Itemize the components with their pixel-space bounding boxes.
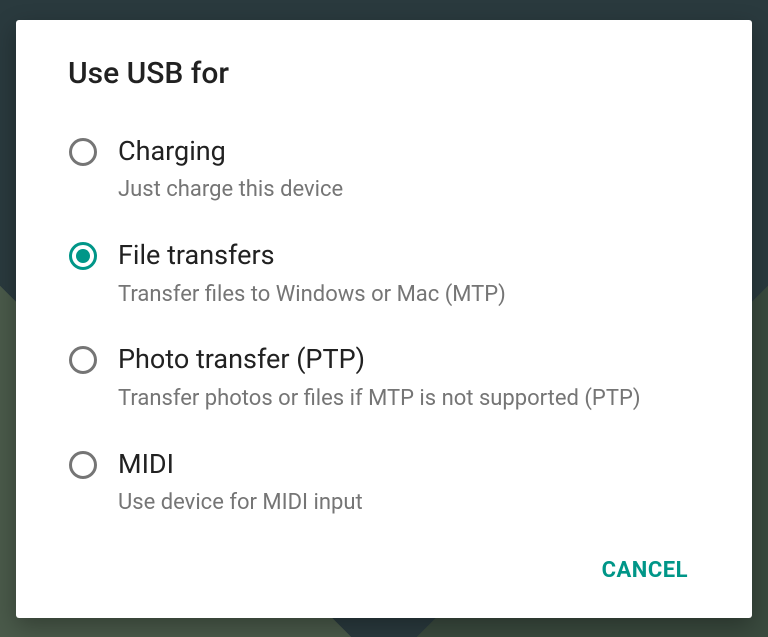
- radio-icon: [68, 137, 98, 167]
- option-label: Charging: [118, 135, 343, 169]
- option-description: Use device for MIDI input: [118, 489, 363, 518]
- option-label: Photo transfer (PTP): [118, 343, 640, 377]
- dialog-actions: CANCEL: [60, 540, 708, 603]
- option-text: File transfers Transfer files to Windows…: [118, 239, 506, 309]
- option-label: MIDI: [118, 448, 363, 482]
- option-midi[interactable]: MIDI Use device for MIDI input: [60, 436, 708, 540]
- cancel-button[interactable]: CANCEL: [588, 548, 702, 593]
- options-list: Charging Just charge this device File tr…: [60, 123, 708, 540]
- option-photo-transfer[interactable]: Photo transfer (PTP) Transfer photos or …: [60, 331, 708, 435]
- radio-icon: [68, 345, 98, 375]
- option-description: Just charge this device: [118, 176, 343, 205]
- option-text: MIDI Use device for MIDI input: [118, 448, 363, 518]
- usb-dialog: Use USB for Charging Just charge this de…: [16, 20, 752, 618]
- option-description: Transfer photos or files if MTP is not s…: [118, 385, 640, 414]
- option-description: Transfer files to Windows or Mac (MTP): [118, 281, 506, 310]
- radio-icon: [68, 450, 98, 480]
- option-label: File transfers: [118, 239, 506, 273]
- option-charging[interactable]: Charging Just charge this device: [60, 123, 708, 227]
- option-text: Photo transfer (PTP) Transfer photos or …: [118, 343, 640, 413]
- option-text: Charging Just charge this device: [118, 135, 343, 205]
- dialog-title: Use USB for: [68, 56, 708, 91]
- option-file-transfers[interactable]: File transfers Transfer files to Windows…: [60, 227, 708, 331]
- radio-icon: [68, 241, 98, 271]
